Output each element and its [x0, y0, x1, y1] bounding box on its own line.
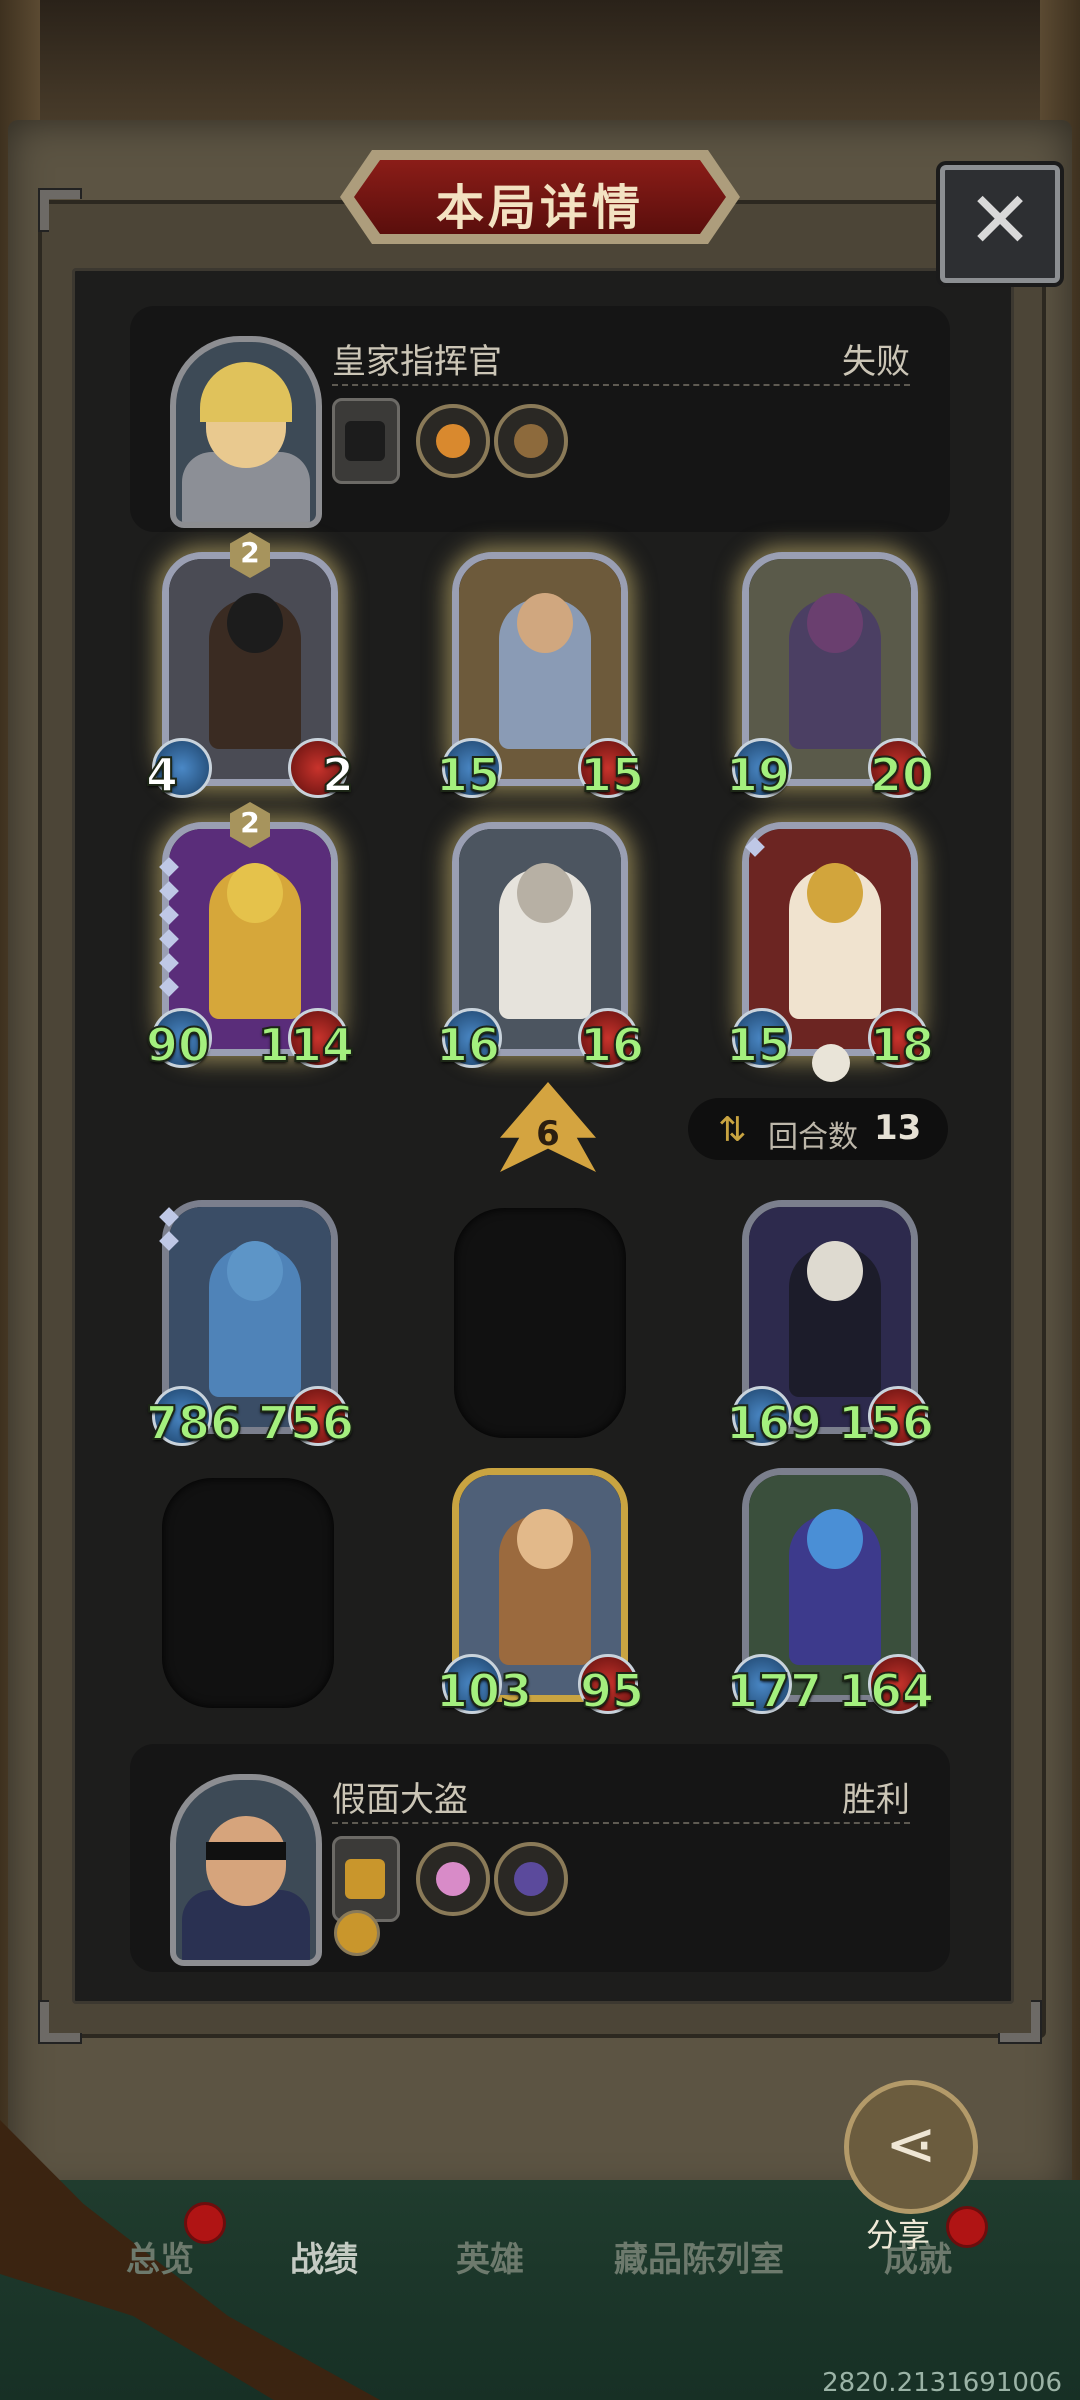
attack-value: 16	[435, 1017, 501, 1073]
opponent-minion-slot[interactable]: 15 18	[725, 822, 935, 1082]
share-label[interactable]: 分享	[866, 2210, 930, 2256]
user-id: 2820.2131691006	[822, 2368, 1062, 2398]
player-card: 假面大盗 胜利	[130, 1744, 950, 1972]
attack-value: 786	[145, 1395, 243, 1451]
attack-value: 169	[725, 1395, 823, 1451]
opponent-hero-icon[interactable]	[332, 398, 400, 484]
empty-minion-slot	[162, 1478, 334, 1708]
close-icon: ✕	[967, 176, 1033, 266]
health-value: 16	[579, 1017, 645, 1073]
round-label: 回合数	[768, 1120, 858, 1155]
divider	[332, 1822, 910, 1824]
attack-value: 19	[725, 747, 791, 803]
opponent-minion-slot[interactable]: 2 4 2	[145, 532, 355, 803]
health-value: 164	[837, 1663, 935, 1719]
health-value: 18	[869, 1017, 935, 1073]
empty-minion-slot	[454, 1208, 626, 1438]
notification-badge	[946, 2206, 988, 2248]
opponent-card: 皇家指挥官 失败	[130, 306, 950, 532]
opponent-treasure-icon[interactable]	[494, 404, 568, 478]
nav-overview[interactable]: 总览	[126, 2232, 194, 2281]
player-name: 假面大盗	[332, 1780, 468, 1820]
player-result: 胜利	[842, 1780, 910, 1820]
opponent-result: 失败	[842, 342, 910, 382]
top-background	[0, 0, 1080, 130]
player-portrait[interactable]	[170, 1774, 322, 1966]
divider	[332, 384, 910, 386]
player-hero-icon[interactable]	[332, 1836, 400, 1922]
player-treasure-icon[interactable]	[416, 1842, 490, 1916]
opponent-name: 皇家指挥官	[332, 342, 502, 382]
skull-icon	[812, 1044, 850, 1082]
health-value: 2	[321, 747, 355, 803]
opponent-minion-slot[interactable]: 2 90 114	[145, 802, 355, 1073]
player-minion-slot[interactable]: 103 95	[435, 1468, 645, 1719]
attack-value: 103	[435, 1663, 533, 1719]
health-value: 15	[579, 747, 645, 803]
crown-icon[interactable]	[334, 1910, 380, 1956]
attack-value: 90	[145, 1017, 211, 1073]
page-title: 本局详情	[435, 180, 644, 236]
attack-value: 15	[435, 747, 501, 803]
opponent-treasure-icon[interactable]	[416, 404, 490, 478]
nav-record[interactable]: 战绩	[290, 2232, 358, 2281]
opponent-minion-slot[interactable]: 19 20	[725, 552, 935, 803]
health-value: 20	[869, 747, 935, 803]
health-value: 114	[257, 1017, 355, 1073]
player-minion-slot[interactable]: 169 156	[725, 1200, 935, 1451]
health-value: 756	[257, 1395, 355, 1451]
attack-value: 4	[145, 747, 179, 803]
player-treasure-icon[interactable]	[494, 1842, 568, 1916]
close-button[interactable]: ✕	[940, 165, 1060, 283]
round-swap-icon: ⇅	[718, 1110, 747, 1150]
round-counter: ⇅ 回合数 13	[688, 1098, 948, 1160]
nav-heroes[interactable]: 英雄	[456, 2232, 524, 2281]
attack-value: 177	[725, 1663, 823, 1719]
share-icon: ⋖	[885, 2107, 937, 2180]
opponent-minion-slot[interactable]: 16 16	[435, 822, 645, 1073]
share-button[interactable]: ⋖	[844, 2080, 978, 2214]
health-value: 95	[579, 1663, 645, 1719]
notification-badge	[184, 2202, 226, 2244]
health-value: 156	[837, 1395, 935, 1451]
opponent-minion-slot[interactable]: 15 15	[435, 552, 645, 803]
title-plate: 本局详情	[340, 150, 740, 244]
opponent-portrait[interactable]	[170, 336, 322, 528]
player-minion-slot[interactable]: 786 756	[145, 1200, 355, 1451]
attack-value: 15	[725, 1017, 791, 1073]
round-value: 13	[874, 1108, 922, 1148]
player-minion-slot[interactable]: 177 164	[725, 1468, 935, 1719]
nav-collection[interactable]: 藏品陈列室	[614, 2232, 784, 2281]
